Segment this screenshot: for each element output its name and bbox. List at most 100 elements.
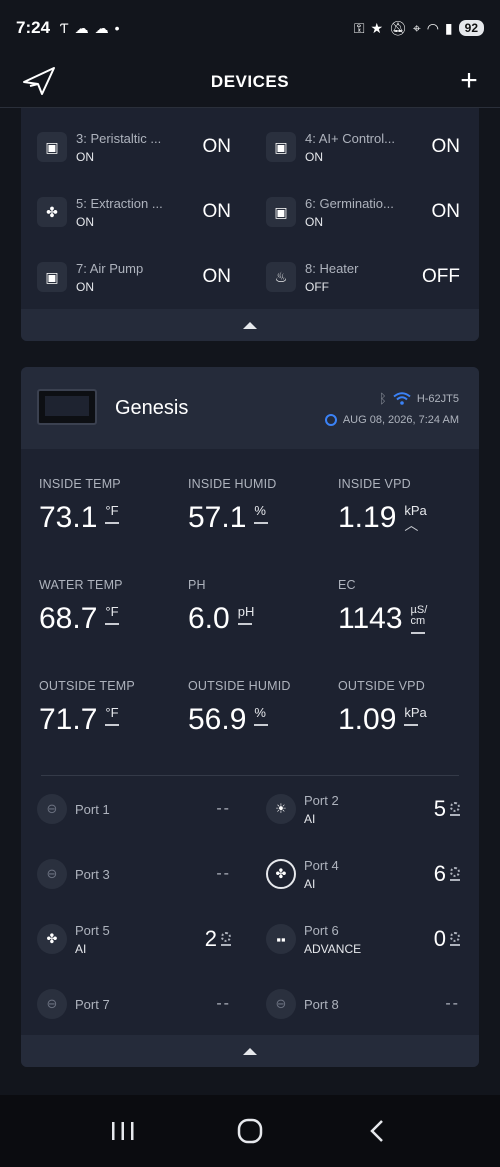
trend-flat-icon bbox=[105, 724, 120, 726]
outlet-item[interactable]: ♨ 8: Heater OFF OFF bbox=[250, 252, 474, 302]
chevron-up-icon bbox=[243, 321, 257, 329]
metric-outside-humid[interactable]: OUTSIDE HUMID 56.9 % bbox=[188, 679, 328, 735]
outlet-name: 7: Air Pump bbox=[76, 260, 144, 276]
metric-water-temp[interactable]: WATER TEMP 68.7 °F bbox=[39, 578, 179, 634]
device-id: H-62JT5 bbox=[416, 392, 459, 405]
outlet-name: 8: Heater bbox=[305, 260, 359, 276]
dot-icon: • bbox=[114, 20, 120, 36]
trend-flat-icon bbox=[254, 724, 269, 726]
metric-inside-humid[interactable]: INSIDE HUMID 57.1 % bbox=[188, 477, 328, 533]
outlet-value: ON bbox=[202, 201, 232, 222]
speed-icon bbox=[221, 932, 231, 942]
metric-inside-vpd[interactable]: INSIDE VPD 1.19 kPa ︿ bbox=[338, 477, 478, 533]
device-datetime: AUG 08, 2026, 7:24 AM bbox=[342, 414, 459, 426]
outlet-state: ON bbox=[305, 149, 323, 164]
outlet-state: ON bbox=[76, 149, 94, 164]
fan-icon: ✤ bbox=[266, 859, 296, 889]
metric-ec[interactable]: EC 1143 µS/ cm bbox=[338, 578, 478, 634]
logo-icon[interactable] bbox=[22, 64, 56, 98]
trend-flat-icon bbox=[105, 623, 120, 625]
port-item-7[interactable]: ⊖ Port 7 -- bbox=[21, 982, 245, 1026]
speed-icon bbox=[450, 932, 460, 942]
metric-ph[interactable]: PH 6.0 pH bbox=[188, 578, 328, 634]
back-icon bbox=[369, 1120, 383, 1142]
wifi-icon bbox=[393, 392, 411, 405]
divider bbox=[41, 775, 459, 776]
status-ring-icon bbox=[324, 414, 337, 426]
humidifier-icon: ▪▪ bbox=[266, 924, 296, 954]
outlet-card: ▣ 3: Peristaltic ... ON ON ▣ 4: AI+ Cont… bbox=[21, 108, 479, 341]
flame-icon: ♨ bbox=[266, 262, 296, 292]
outlet-value: ON bbox=[202, 136, 232, 157]
outlet-item[interactable]: ▣ 3: Peristaltic ... ON ON bbox=[21, 122, 245, 172]
port-item-2[interactable]: ☀ Port 2 AI 5 bbox=[250, 787, 474, 831]
metric-outside-temp[interactable]: OUTSIDE TEMP 71.7 °F bbox=[39, 679, 179, 735]
outlet-name: 4: AI+ Control... bbox=[305, 130, 395, 146]
link-icon: ⊖ bbox=[37, 989, 67, 1019]
home-icon bbox=[237, 1118, 263, 1144]
outlet-name: 5: Extraction ... bbox=[76, 195, 163, 211]
sunrise-icon: ☀ bbox=[266, 794, 296, 824]
outlet-icon: ▣ bbox=[37, 262, 67, 292]
battery-indicator: 92 bbox=[458, 20, 484, 36]
bluetooth-icon: ᛒ bbox=[379, 391, 387, 406]
cloud-icon: ☁ bbox=[74, 20, 89, 36]
system-nav-bar bbox=[0, 1095, 500, 1167]
page-title: DEVICES bbox=[210, 71, 290, 91]
metric-outside-vpd[interactable]: OUTSIDE VPD 1.09 kPa bbox=[338, 679, 478, 735]
app-header: DEVICES + bbox=[0, 56, 500, 108]
outlet-state: ON bbox=[76, 279, 94, 294]
controller-image bbox=[37, 389, 97, 425]
t-mobile-icon: Ƭ bbox=[60, 20, 69, 36]
port-item-8[interactable]: ⊖ Port 8 -- bbox=[250, 982, 474, 1026]
port-item-6[interactable]: ▪▪ Port 6 ADVANCE 0 bbox=[250, 917, 474, 961]
collapse-button[interactable] bbox=[21, 1035, 479, 1067]
trend-flat-icon bbox=[404, 724, 419, 726]
status-time: 7:24 bbox=[16, 18, 51, 37]
controller-card: Genesis ᛒ H-62JT5 AUG 08, 2026, 7:24 AM … bbox=[21, 367, 479, 1067]
link-icon: ⊖ bbox=[37, 859, 67, 889]
outlet-name: 6: Germinatio... bbox=[305, 195, 394, 211]
trend-flat-icon bbox=[105, 522, 120, 524]
collapse-button[interactable] bbox=[21, 309, 479, 341]
recent-apps-icon bbox=[112, 1122, 134, 1140]
status-bar: 7:24 Ƭ ☁ ☁ • ⚿ ★ 🔕︎ ⌖ ◠ ▮ 92 bbox=[0, 0, 500, 56]
outlet-item[interactable]: ✤ 5: Extraction ... ON ON bbox=[21, 187, 245, 237]
back-button[interactable] bbox=[357, 1111, 397, 1151]
chevron-up-icon bbox=[243, 1047, 257, 1055]
cloud-icon: ☁ bbox=[94, 20, 109, 36]
outlet-state: ON bbox=[76, 214, 94, 229]
outlet-item[interactable]: ▣ 4: AI+ Control... ON ON bbox=[250, 122, 474, 172]
outlet-state: OFF bbox=[305, 279, 329, 294]
outlet-value: ON bbox=[431, 201, 461, 222]
star-icon: ★ bbox=[370, 20, 384, 36]
fan-icon: ✤ bbox=[37, 924, 67, 954]
location-icon: ⌖ bbox=[412, 20, 421, 36]
port-item-1[interactable]: ⊖ Port 1 -- bbox=[21, 787, 245, 831]
add-device-button[interactable]: + bbox=[454, 66, 484, 96]
controller-header[interactable]: Genesis ᛒ H-62JT5 AUG 08, 2026, 7:24 AM bbox=[21, 367, 479, 449]
outlet-icon: ▣ bbox=[266, 197, 296, 227]
fan-icon: ✤ bbox=[37, 197, 67, 227]
speed-icon bbox=[450, 867, 460, 877]
port-item-4[interactable]: ✤ Port 4 AI 6 bbox=[250, 852, 474, 896]
trend-up-icon: ︿ bbox=[404, 517, 419, 533]
outlet-item[interactable]: ▣ 6: Germinatio... ON ON bbox=[250, 187, 474, 237]
port-item-3[interactable]: ⊖ Port 3 -- bbox=[21, 852, 245, 896]
outlet-value: ON bbox=[431, 136, 461, 157]
outlet-icon: ▣ bbox=[37, 132, 67, 162]
trend-flat-icon bbox=[254, 522, 269, 524]
port-item-5[interactable]: ✤ Port 5 AI 2 bbox=[21, 917, 245, 961]
recent-apps-button[interactable] bbox=[103, 1111, 143, 1151]
home-button[interactable] bbox=[230, 1111, 270, 1151]
outlet-name: 3: Peristaltic ... bbox=[76, 130, 162, 146]
key-icon: ⚿ bbox=[353, 20, 365, 36]
outlet-item[interactable]: ▣ 7: Air Pump ON ON bbox=[21, 252, 245, 302]
signal-icon: ▮ bbox=[444, 20, 453, 36]
outlet-value: OFF bbox=[422, 266, 460, 287]
device-name: Genesis bbox=[115, 397, 189, 419]
link-icon: ⊖ bbox=[266, 989, 296, 1019]
trend-flat-icon bbox=[410, 632, 425, 634]
outlet-state: ON bbox=[305, 214, 323, 229]
metric-inside-temp[interactable]: INSIDE TEMP 73.1 °F bbox=[39, 477, 179, 533]
